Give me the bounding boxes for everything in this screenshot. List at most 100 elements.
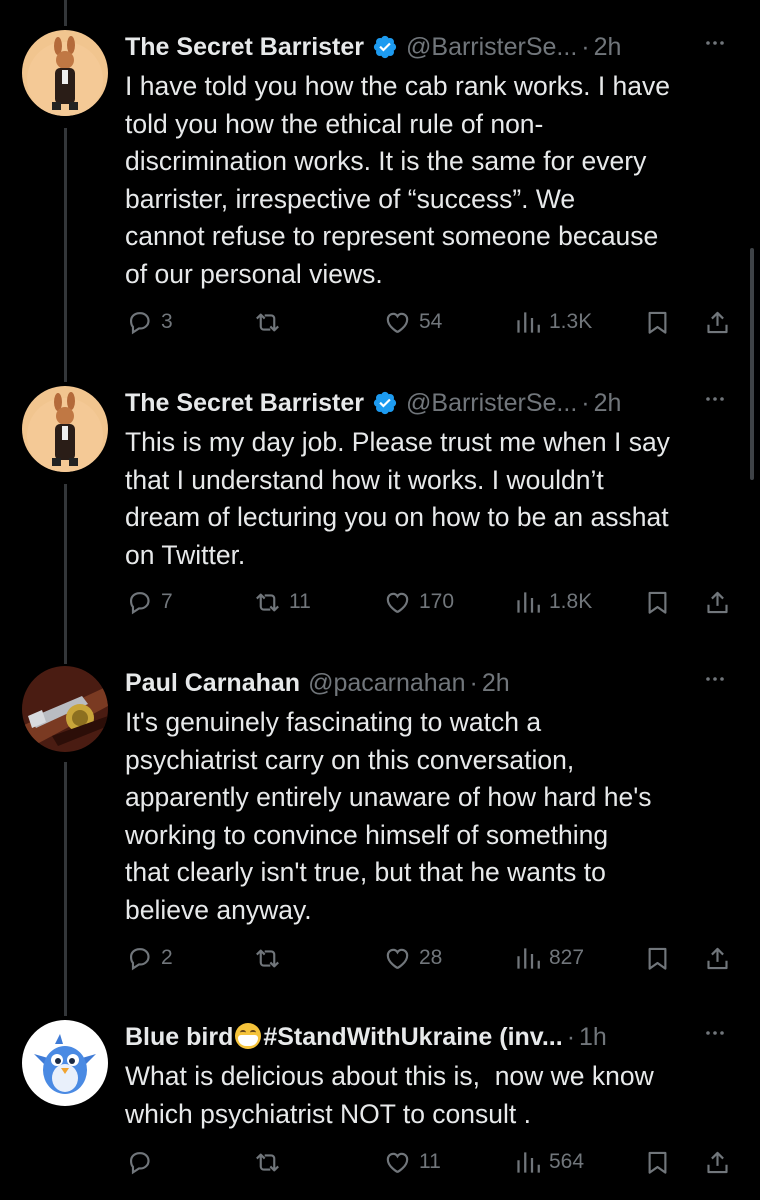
author-name[interactable]: The Secret Barrister bbox=[125, 389, 364, 418]
tweet-text-line: on Twitter. bbox=[125, 539, 246, 570]
views-button[interactable]: 1.3K bbox=[514, 302, 592, 342]
more-options-icon[interactable] bbox=[700, 1018, 730, 1048]
views-button[interactable]: 1.8K bbox=[514, 582, 592, 622]
share-button[interactable] bbox=[704, 1142, 731, 1182]
author-name[interactable]: The Secret Barrister bbox=[125, 33, 364, 62]
avatar[interactable] bbox=[22, 666, 108, 752]
like-button[interactable]: 54 bbox=[384, 302, 442, 342]
face-with-medical-mask-emoji-icon bbox=[235, 1022, 262, 1049]
reply-icon bbox=[129, 947, 150, 970]
bookmark-button[interactable] bbox=[644, 302, 671, 342]
tweet-text-line: psychiatrist carry on this conversation, bbox=[125, 744, 575, 775]
guitar-avatar-icon bbox=[22, 666, 108, 752]
author-name[interactable]: Blue bird #StandWithUkraine (inv... bbox=[125, 1022, 563, 1052]
tweet-text-line: believe anyway. bbox=[125, 894, 312, 925]
views-chart-icon bbox=[517, 311, 540, 333]
heart-icon bbox=[386, 312, 409, 333]
tweet-text-line: cannot refuse to represent someone becau… bbox=[125, 221, 659, 252]
tweet[interactable]: The Secret Barrister @BarristerSe... · 2… bbox=[0, 28, 760, 358]
tweet-header: Paul Carnahan @pacarnahan · 2h bbox=[125, 666, 730, 700]
separator-dot: · bbox=[566, 1022, 576, 1051]
bookmark-button[interactable] bbox=[644, 938, 671, 978]
tweet[interactable]: Blue bird #StandWithUkraine (inv... · 1h … bbox=[0, 1018, 760, 1200]
more-options-icon[interactable] bbox=[700, 28, 730, 58]
author-name[interactable]: Paul Carnahan bbox=[125, 669, 300, 698]
reply-count: 2 bbox=[161, 946, 173, 969]
views-button[interactable]: 827 bbox=[514, 938, 584, 978]
separator-dot: · bbox=[581, 388, 590, 417]
author-handle[interactable]: @BarristerSe... bbox=[406, 33, 577, 62]
more-options-icon[interactable] bbox=[700, 384, 730, 414]
bookmark-button[interactable] bbox=[644, 582, 671, 622]
tweet-text: What is delicious about this is, now we … bbox=[125, 1058, 732, 1133]
bookmark-icon bbox=[648, 591, 667, 614]
share-button[interactable] bbox=[704, 582, 731, 622]
tweet[interactable]: The Secret Barrister @BarristerSe... · 2… bbox=[0, 384, 760, 644]
like-count: 28 bbox=[419, 946, 443, 969]
bookmark-icon bbox=[648, 311, 667, 334]
avatar[interactable] bbox=[22, 1020, 108, 1106]
retweet-icon bbox=[256, 1153, 279, 1171]
timeline: The Secret Barrister @BarristerSe... · 2… bbox=[0, 0, 760, 1200]
rabbit-barrister-avatar-icon bbox=[22, 386, 108, 472]
timestamp[interactable]: 2h bbox=[482, 669, 510, 698]
separator-dot: · bbox=[581, 32, 590, 61]
author-name-suffix: #StandWithUkraine (inv... bbox=[263, 1022, 563, 1051]
tweet-text: It's genuinely fascinating to watch a ps… bbox=[125, 704, 732, 930]
tweet-text-line: of our personal views. bbox=[125, 258, 383, 289]
tweet-text-line: barrister, irrespective of “success”. We bbox=[125, 183, 576, 214]
scrollbar[interactable] bbox=[750, 248, 754, 480]
more-options-icon[interactable] bbox=[700, 664, 730, 694]
views-button[interactable]: 564 bbox=[514, 1142, 584, 1182]
reply-icon bbox=[129, 1151, 150, 1174]
view-count: 1.8K bbox=[549, 590, 593, 613]
heart-icon bbox=[386, 1152, 409, 1173]
view-count: 1.3K bbox=[549, 310, 593, 333]
like-count: 11 bbox=[419, 1150, 441, 1173]
action-bar: 3 54 1.3K bbox=[126, 302, 736, 342]
tweet-header: The Secret Barrister @BarristerSe... · 2… bbox=[125, 30, 730, 64]
views-chart-icon bbox=[517, 947, 540, 969]
tweet-text: I have told you how the cab rank works. … bbox=[125, 68, 732, 294]
author-handle[interactable]: @pacarnahan bbox=[308, 669, 465, 698]
like-count: 170 bbox=[419, 590, 455, 613]
action-bar: 11 564 bbox=[126, 1142, 736, 1182]
avatar[interactable] bbox=[22, 386, 108, 472]
retweet-button[interactable] bbox=[254, 302, 289, 342]
reply-icon bbox=[129, 311, 150, 334]
author-handle[interactable]: @BarristerSe... bbox=[406, 389, 577, 418]
retweet-icon bbox=[256, 949, 279, 967]
reply-button[interactable]: 7 bbox=[126, 582, 173, 622]
retweet-button[interactable]: 11 bbox=[254, 582, 311, 622]
author-name-prefix: Blue bird bbox=[125, 1022, 234, 1051]
share-button[interactable] bbox=[704, 302, 731, 342]
bookmark-button[interactable] bbox=[644, 1142, 671, 1182]
tweet-text-line: apparently entirely unaware of how hard … bbox=[125, 782, 652, 813]
avatar[interactable] bbox=[22, 30, 108, 116]
rabbit-barrister-avatar-icon bbox=[22, 30, 108, 116]
timestamp[interactable]: 2h bbox=[594, 389, 622, 418]
timestamp[interactable]: 1h bbox=[579, 1023, 607, 1052]
reply-icon bbox=[129, 591, 150, 614]
tweet-text-line: What is delicious about this is, now we … bbox=[125, 1061, 654, 1091]
tweet-text: This is my day job. Please trust me when… bbox=[125, 424, 732, 574]
reply-button[interactable]: 2 bbox=[126, 938, 173, 978]
like-button[interactable]: 28 bbox=[384, 938, 442, 978]
reply-button[interactable]: 3 bbox=[126, 302, 173, 342]
tweet-text-line: which psychiatrist NOT to consult . bbox=[125, 1098, 531, 1129]
reply-button[interactable] bbox=[126, 1142, 161, 1182]
bookmark-icon bbox=[648, 1151, 667, 1174]
tweet-text-line: that clearly isn't true, but that he wan… bbox=[125, 857, 606, 888]
like-button[interactable]: 170 bbox=[384, 582, 454, 622]
separator-dot: · bbox=[469, 668, 478, 697]
tweet-text-line: discrimination works. It is the same for… bbox=[125, 146, 647, 177]
retweet-button[interactable] bbox=[254, 1142, 289, 1182]
share-icon bbox=[707, 311, 728, 333]
like-count: 54 bbox=[419, 310, 443, 333]
tweet[interactable]: Paul Carnahan @pacarnahan · 2h It's genu… bbox=[0, 664, 760, 994]
share-icon bbox=[707, 591, 728, 613]
share-button[interactable] bbox=[704, 938, 731, 978]
retweet-button[interactable] bbox=[254, 938, 289, 978]
timestamp[interactable]: 2h bbox=[594, 33, 622, 62]
like-button[interactable]: 11 bbox=[384, 1142, 441, 1182]
